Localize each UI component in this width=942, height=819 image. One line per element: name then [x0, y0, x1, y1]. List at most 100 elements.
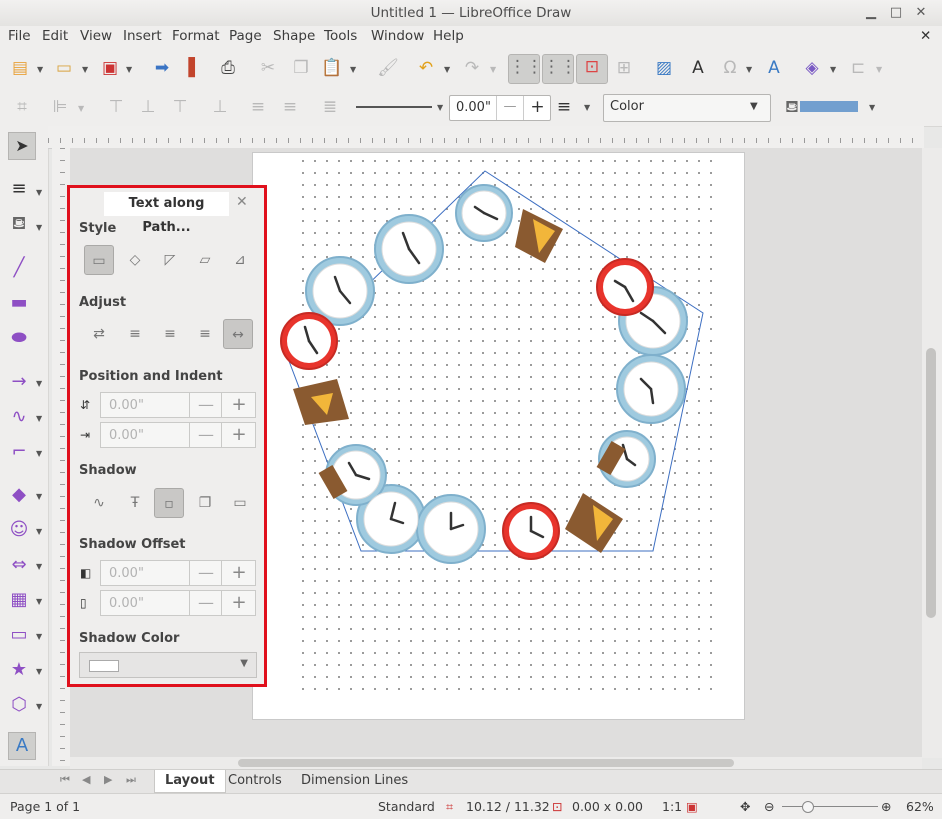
snap-icon[interactable]: ⊡	[576, 54, 608, 84]
style-rotate-button[interactable]: ◇	[120, 245, 150, 275]
undo-dropdown-icon[interactable]: ▼	[444, 65, 450, 74]
line-width-minus[interactable]: —	[496, 96, 523, 120]
menu-shape[interactable]: Shape	[273, 28, 315, 44]
transformations-dropdown-icon[interactable]: ▼	[830, 65, 836, 74]
forward-one-icon[interactable]: ⊥	[136, 95, 160, 119]
line-width-field[interactable]: 0.00" — +	[449, 95, 551, 121]
shadow-x-plus[interactable]: +	[221, 561, 256, 585]
print-icon[interactable]: ⎙	[216, 56, 240, 80]
insert-textbox-icon[interactable]: A	[686, 56, 710, 80]
style-off-button[interactable]: ▭	[84, 245, 114, 275]
align-left-icon[interactable]: ⊫	[48, 95, 72, 119]
fill-color-dropdown-icon[interactable]: ▼	[869, 103, 875, 112]
indent-spinbox[interactable]: 0.00" — +	[100, 422, 256, 448]
shadow-off-button[interactable]: ▫	[154, 488, 184, 518]
new-icon[interactable]: ▤	[8, 56, 32, 80]
paste-dropdown-icon[interactable]: ▼	[350, 65, 356, 74]
tab-layout[interactable]: Layout	[154, 770, 226, 793]
drawing-page[interactable]	[252, 152, 745, 720]
fill-color-tool-icon[interactable]: ⛾	[6, 211, 32, 237]
paste-icon[interactable]: 📋	[320, 56, 344, 80]
menu-insert[interactable]: Insert	[123, 28, 162, 44]
first-tab-icon[interactable]: ⏮	[60, 773, 70, 787]
stars-icon[interactable]: ★	[6, 657, 32, 683]
horizontal-ruler[interactable]	[48, 126, 924, 149]
open-dropdown-icon[interactable]: ▼	[82, 65, 88, 74]
export-pdf-icon[interactable]: ▌	[183, 56, 207, 80]
prev-tab-icon[interactable]: ◀	[82, 773, 90, 786]
line-color-dropdown-icon[interactable]: ▼	[584, 103, 590, 112]
undo-icon[interactable]: ↶	[414, 56, 438, 80]
distance-plus[interactable]: +	[221, 393, 256, 417]
menu-edit[interactable]: Edit	[42, 28, 68, 44]
arrow-tool-dropdown-icon[interactable]: ▼	[36, 379, 42, 388]
menu-window[interactable]: Window	[371, 28, 424, 44]
bring-front-icon[interactable]: ⊤	[104, 95, 128, 119]
callouts-dropdown-icon[interactable]: ▼	[36, 632, 42, 641]
import-icon[interactable]: ➡	[150, 56, 174, 80]
indent-plus[interactable]: +	[221, 423, 256, 447]
shadow-y-plus[interactable]: +	[221, 591, 256, 615]
arrow-tool-icon[interactable]: →	[6, 369, 32, 395]
contour-button[interactable]: ∿	[84, 488, 114, 518]
display-grid-icon[interactable]: ⋮⋮	[508, 54, 543, 84]
curve-tool-dropdown-icon[interactable]: ▼	[36, 414, 42, 423]
vertical-scroll-thumb[interactable]	[926, 348, 936, 618]
insert-image-icon[interactable]: ▨	[652, 56, 676, 80]
special-character-icon[interactable]: Ω	[718, 56, 742, 80]
symbol-shapes-icon[interactable]: ☺	[6, 517, 32, 543]
templates-icon[interactable]: ▣	[98, 56, 122, 80]
fill-type-select[interactable]: Color ▼	[603, 94, 771, 122]
redo-dropdown-icon[interactable]: ▼	[490, 65, 496, 74]
align-left-dropdown-icon[interactable]: ▼	[78, 104, 84, 113]
align-left-button[interactable]: ≡	[120, 319, 150, 349]
send-back-icon[interactable]: ⊥	[208, 95, 232, 119]
rectangle-tool-icon[interactable]: ▬	[6, 290, 32, 316]
crop-icon[interactable]: ⌗	[10, 95, 34, 119]
clone-formatting-icon[interactable]: 🖌	[376, 56, 400, 80]
style-slant-vertical-button[interactable]: ⊿	[225, 245, 255, 275]
autosize-text-button[interactable]: ↔	[223, 319, 253, 349]
group-icon[interactable]: ≣	[318, 95, 342, 119]
line-tool-icon[interactable]: ╱	[6, 255, 32, 281]
block-arrows-icon[interactable]: ⇔	[6, 552, 32, 578]
helplines-icon[interactable]: ⋮⋮	[542, 54, 577, 84]
line-style-dropdown-icon[interactable]: ▼	[437, 103, 443, 112]
shadow-vertical-button[interactable]: ❐	[190, 488, 220, 518]
menu-help[interactable]: Help	[433, 28, 464, 44]
horizontal-scroll-thumb[interactable]	[238, 759, 734, 767]
clocks-drawing[interactable]	[253, 153, 744, 719]
indent-minus[interactable]: —	[189, 423, 222, 447]
callouts-icon[interactable]: ▭	[6, 622, 32, 648]
menu-file[interactable]: File	[8, 28, 31, 44]
cut-icon[interactable]: ✂	[256, 56, 280, 80]
new-dropdown-icon[interactable]: ▼	[37, 65, 43, 74]
special-character-dropdown-icon[interactable]: ▼	[746, 65, 752, 74]
tab-controls[interactable]: Controls	[218, 770, 292, 792]
menu-page[interactable]: Page	[229, 28, 262, 44]
connector-tool-dropdown-icon[interactable]: ▼	[36, 449, 42, 458]
close-document-icon[interactable]: ✕	[920, 28, 931, 44]
vertical-scrollbar[interactable]	[922, 148, 942, 758]
connector-tool-icon[interactable]: ⌐	[6, 439, 32, 465]
redo-icon[interactable]: ↷	[460, 56, 484, 80]
shadow-x-minus[interactable]: —	[189, 561, 222, 585]
style-slant-horizontal-button[interactable]: ▱	[190, 245, 220, 275]
symbol-shapes-dropdown-icon[interactable]: ▼	[36, 527, 42, 536]
3d-objects-dropdown-icon[interactable]: ▼	[36, 702, 42, 711]
zoom-slider[interactable]	[782, 806, 878, 807]
zoom-in-icon[interactable]: ⊕	[881, 799, 891, 814]
distribute-icon[interactable]: ≡	[246, 95, 270, 119]
3d-objects-icon[interactable]: ⬡	[6, 692, 32, 718]
basic-shapes-dropdown-icon[interactable]: ▼	[36, 492, 42, 501]
fill-color-tool-dropdown-icon[interactable]: ▼	[36, 223, 42, 232]
shadow-y-spinbox[interactable]: 0.00" — +	[100, 590, 256, 616]
text-contour-button[interactable]: Ŧ	[120, 488, 150, 518]
open-icon[interactable]: ▭	[52, 56, 76, 80]
distribute-vertical-icon[interactable]: ≡	[278, 95, 302, 119]
close-window-icon[interactable]: ✕	[912, 4, 930, 22]
orientation-button[interactable]: ⇄	[84, 319, 114, 349]
maximize-icon[interactable]: □	[887, 4, 905, 22]
line-color-tool-icon[interactable]: ≡	[6, 176, 32, 202]
flowchart-dropdown-icon[interactable]: ▼	[36, 597, 42, 606]
